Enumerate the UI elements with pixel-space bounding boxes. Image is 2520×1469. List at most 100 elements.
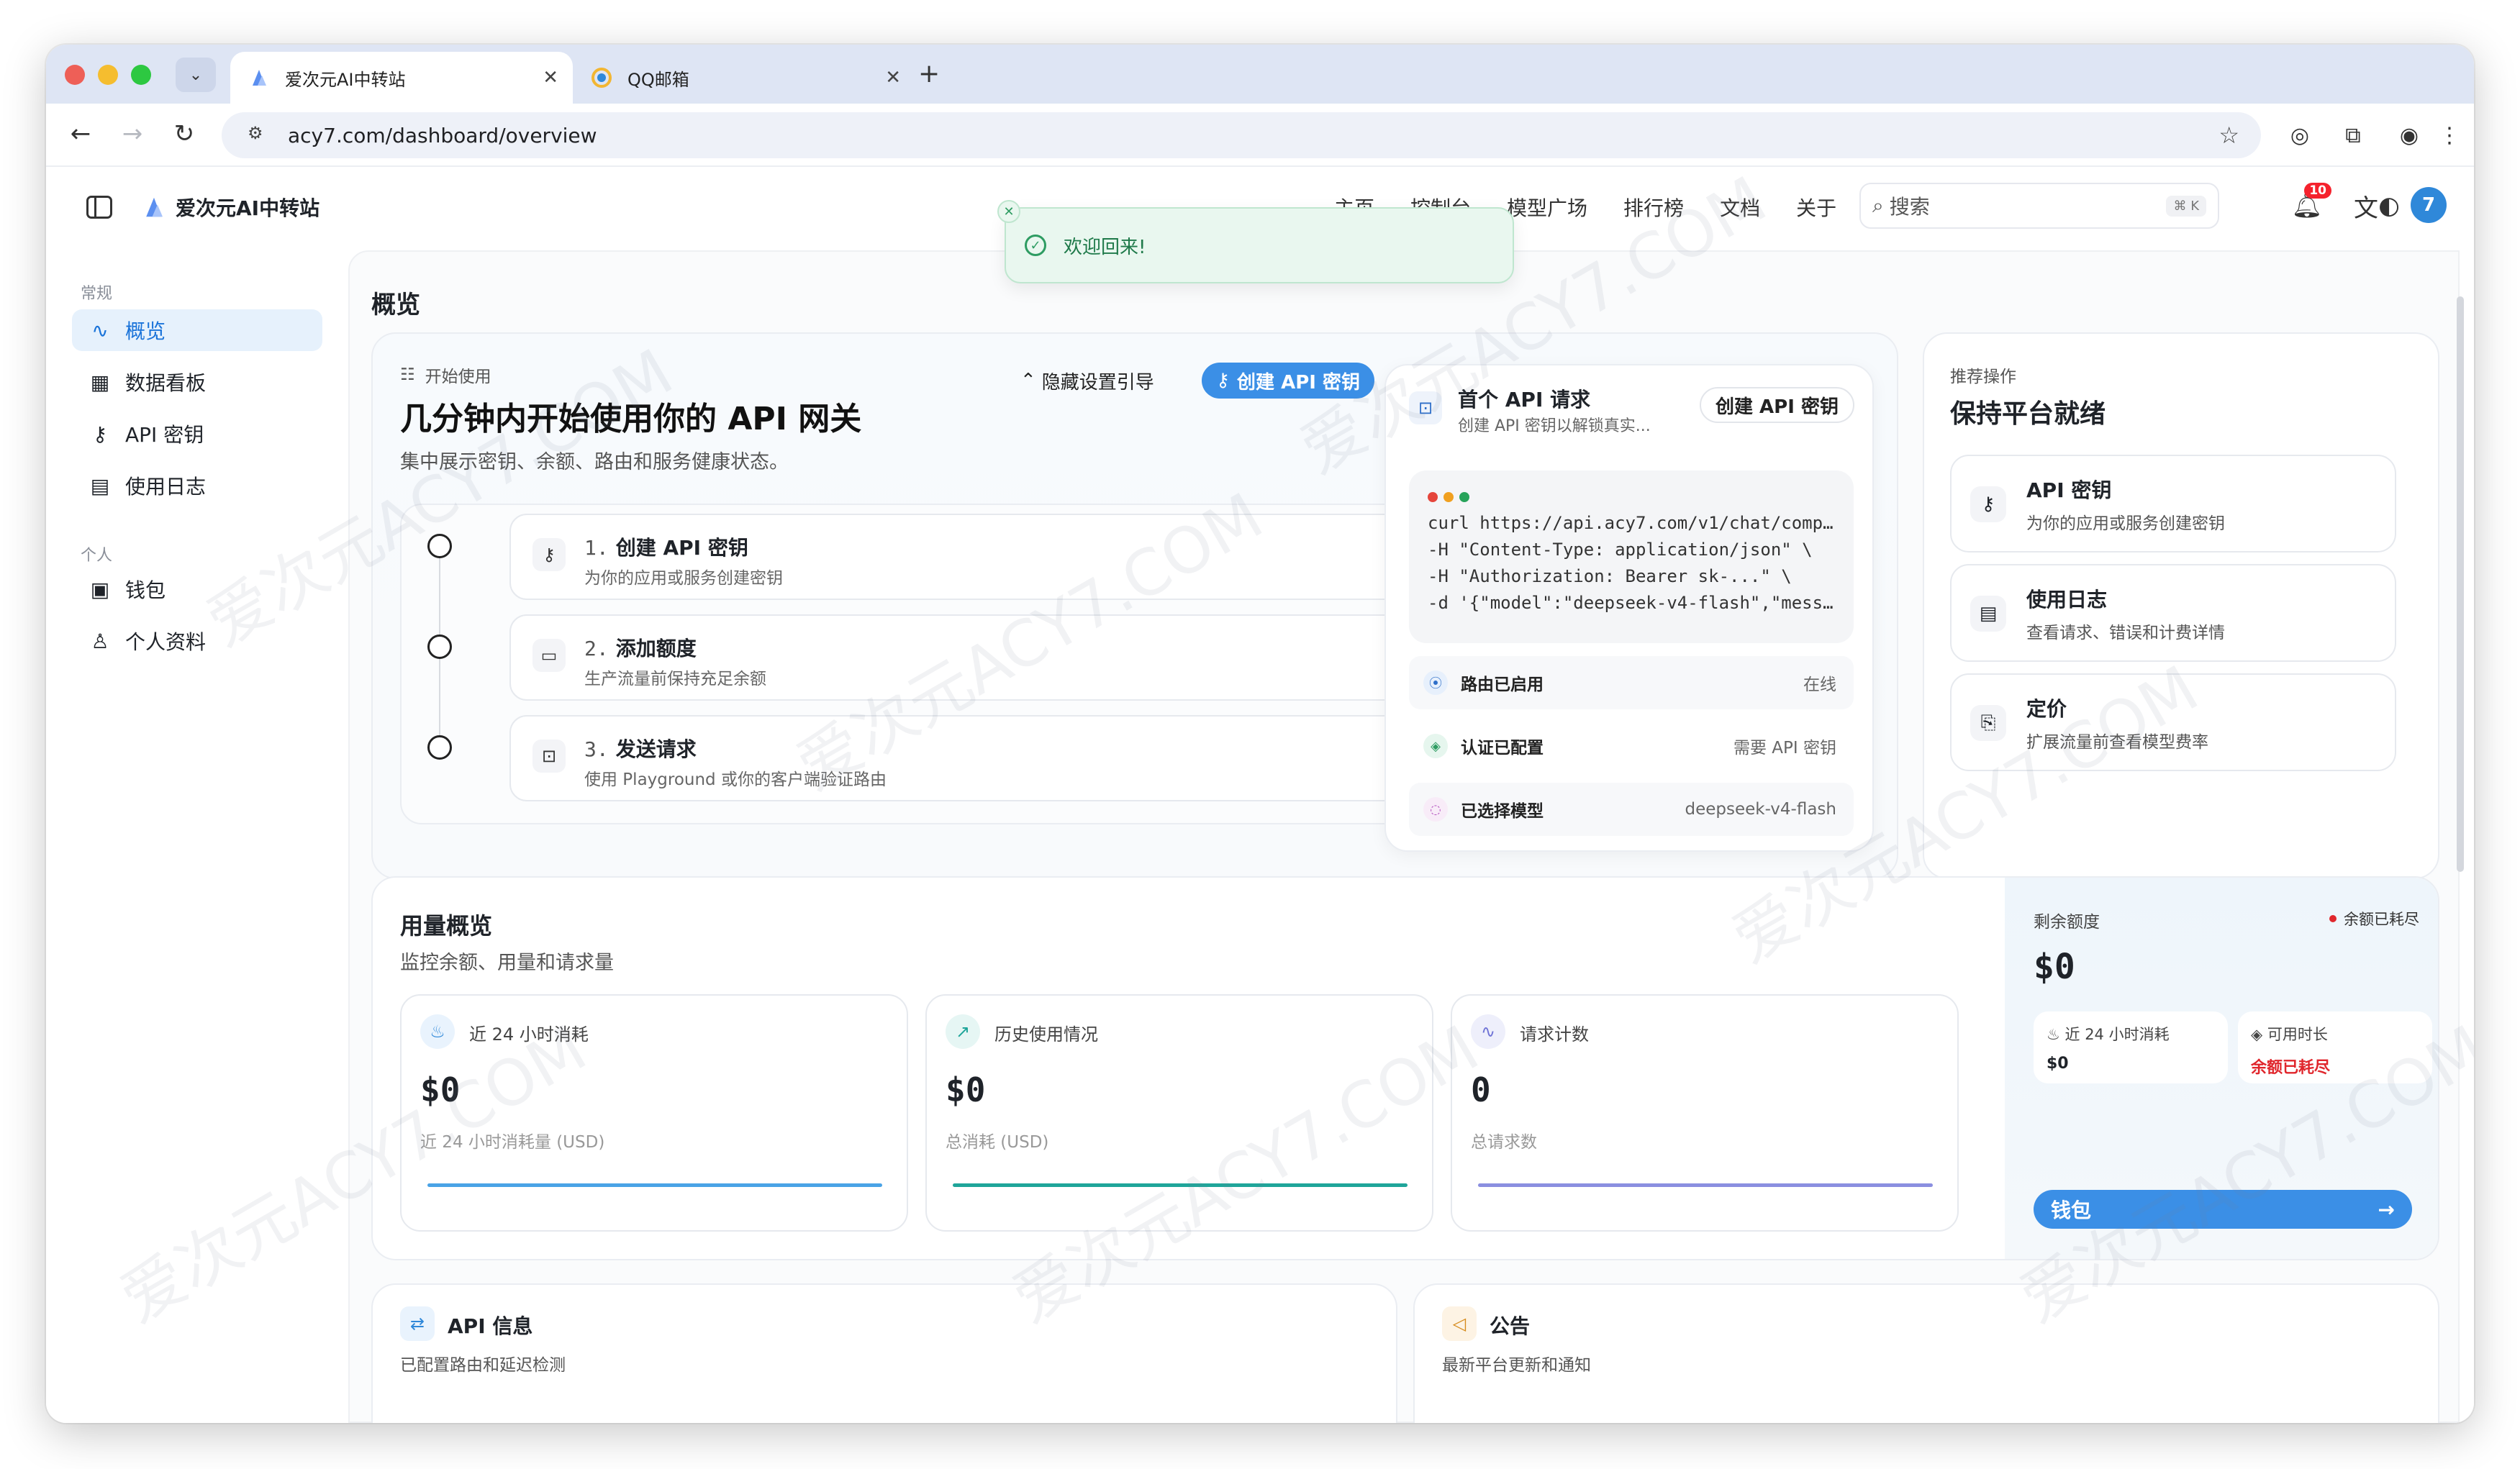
avatar[interactable]: 7 — [2411, 187, 2447, 223]
search-input[interactable]: ⌕ 搜索 ⌘ K — [1859, 183, 2219, 229]
close-tab-icon[interactable]: ✕ — [543, 67, 558, 88]
page-scrollbar[interactable] — [2457, 296, 2464, 872]
hide-guide-button[interactable]: ⌃ 隐藏设置引导 — [1006, 363, 1169, 399]
new-tab-icon[interactable]: + — [918, 59, 940, 88]
announcements-subtitle: 最新平台更新和通知 — [1442, 1356, 1591, 1375]
first-request-subtitle: 创建 API 密钥以解锁真实... — [1458, 417, 1651, 435]
url-text: acy7.com/dashboard/overview — [288, 123, 597, 147]
create-api-key-button[interactable]: ⚷ 创建 API 密钥 — [1202, 363, 1375, 399]
getting-started-subtitle: 集中展示密钥、余额、路由和服务健康状态。 — [400, 451, 789, 473]
metric-label: 近 24 小时消耗 — [469, 1024, 589, 1045]
notifications-button[interactable]: 🔔︎ 10 — [2290, 183, 2331, 223]
file-icon: ▤ — [1970, 596, 2006, 632]
kicker-text: 开始使用 — [425, 368, 491, 386]
metric-value: $0 — [420, 1070, 461, 1109]
chevron-up-icon: ⌃ — [1020, 370, 1036, 391]
minimize-window-button[interactable] — [98, 65, 118, 85]
usage-subtitle: 监控余额、用量和请求量 — [400, 952, 614, 974]
announcements-card: ◁ 公告 最新平台更新和通知 — [1413, 1283, 2439, 1423]
step-1-indicator — [427, 534, 452, 558]
palette-icon: ◐ — [2378, 191, 2400, 220]
activity-icon: ∿ — [91, 318, 109, 342]
file-icon: ▤ — [90, 473, 110, 498]
window-dots — [1428, 486, 1835, 506]
profile-icon[interactable]: ◉ — [2393, 119, 2425, 151]
nav-docs[interactable]: 文档 — [1720, 193, 1760, 222]
shield-icon: ◈ — [2251, 1026, 2267, 1043]
tab-search-button[interactable]: ⌄ — [176, 58, 216, 92]
tab-qqmail[interactable]: QQ邮箱 ✕ — [573, 52, 915, 104]
action-desc: 扩展流量前查看模型费率 — [2026, 733, 2208, 752]
ai-mode-icon[interactable]: ◎ — [2284, 119, 2316, 151]
nav-about[interactable]: 关于 — [1796, 193, 1836, 222]
close-toast-icon[interactable]: ✕ — [997, 200, 1020, 223]
flame-icon: ♨ — [420, 1014, 455, 1049]
announcements-title: 公告 — [1490, 1314, 1531, 1338]
sidebar-item-api-keys[interactable]: ⚷ API 密钥 — [72, 413, 322, 455]
trend-icon: ↗ — [946, 1014, 980, 1049]
mini-label-text: 近 24 小时消耗 — [2065, 1026, 2170, 1043]
tab-acy7[interactable]: 爱次元AI中转站 ✕ — [230, 52, 573, 104]
sidebar-item-dashboard[interactable]: ▦ 数据看板 — [72, 361, 322, 403]
sidebar-item-profile[interactable]: ♙ 个人资料 — [72, 620, 322, 662]
action-api-keys[interactable]: ⚷ API 密钥 为你的应用或服务创建密钥 — [1950, 455, 2396, 552]
first-request-create-key-button[interactable]: 创建 API 密钥 — [1700, 387, 1854, 423]
action-desc: 为你的应用或服务创建密钥 — [2026, 514, 2225, 533]
balance-panel: 剩余额度 余额已耗尽 $0 ♨ 近 24 小时消耗 $0 ◈ 可用时长 余额已耗… — [2005, 878, 2438, 1259]
brand[interactable]: 爱次元AI中转站 — [86, 193, 319, 222]
close-tab-icon[interactable]: ✕ — [885, 67, 901, 88]
sidebar-toggle-icon[interactable] — [86, 196, 112, 219]
user-icon: ♙ — [91, 629, 109, 653]
metric-value: 0 — [1471, 1070, 1491, 1109]
reload-icon[interactable]: ↻ — [168, 119, 200, 148]
brand-logo-icon — [141, 194, 167, 220]
metric-desc: 总请求数 — [1471, 1133, 1537, 1152]
chevron-down-icon: ⌄ — [189, 65, 203, 84]
code-snippet[interactable]: curl https://api.acy7.com/v1/chat/comp… … — [1409, 470, 1854, 643]
sidebar-item-wallet[interactable]: ▣ 钱包 — [72, 568, 322, 610]
metric-bar — [427, 1183, 882, 1187]
main-content: 概览 ☷ 开始使用 几分钟内开始使用你的 API 网关 集中展示密钥、余额、路由和… — [348, 250, 2460, 1423]
sidebar-item-label: 钱包 — [125, 578, 166, 602]
action-pricing[interactable]: ⎘ 定价 扩展流量前查看模型费率 — [1950, 673, 2396, 771]
step-add-credit[interactable]: ▭ 2.添加额度 生产流量前保持充足余额 → — [509, 614, 1456, 701]
api-info-title: API 信息 — [448, 1314, 533, 1338]
more-menu-icon[interactable]: ⋮ — [2434, 119, 2465, 151]
recommended-actions-card: 推荐操作 保持平台就绪 ⚷ API 密钥 为你的应用或服务创建密钥 ▤ 使用日志… — [1923, 332, 2439, 879]
address-bar: ← → ↻ ⚙ acy7.com/dashboard/overview ☆ ◎ … — [46, 104, 2474, 167]
checklist-icon: ☷ — [400, 365, 415, 384]
sidebar-item-overview[interactable]: ∿ 概览 — [72, 309, 322, 351]
nav-ranking[interactable]: 排行榜 — [1623, 193, 1684, 222]
key-icon: ⚷ — [1970, 486, 2006, 522]
sidebar: 常规 ∿ 概览 ▦ 数据看板 ⚷ API 密钥 ▤ 使用日志 个人 ▣ 钱包 ♙ 个人资料 — [46, 250, 348, 1423]
getting-started-title: 几分钟内开始使用你的 API 网关 — [400, 401, 862, 437]
mini-label: ◈ 可用时长 — [2251, 1023, 2419, 1045]
theme-button[interactable]: ◐ — [2372, 188, 2406, 223]
step-title: 1. 创建 API 密钥 — [584, 532, 748, 561]
balance-available-time: ◈ 可用时长 余额已耗尽 — [2238, 1011, 2432, 1083]
bookmark-star-icon[interactable]: ☆ — [2218, 122, 2239, 149]
step-3-indicator — [427, 735, 452, 760]
model-icon: ◌ — [1423, 797, 1448, 822]
url-input[interactable]: ⚙ acy7.com/dashboard/overview ☆ — [222, 112, 2261, 158]
sidebar-item-logs[interactable]: ▤ 使用日志 — [72, 465, 322, 506]
nav-models[interactable]: 模型广场 — [1507, 193, 1587, 222]
status-value: 需要 API 密钥 — [1733, 739, 1836, 758]
extensions-icon[interactable]: ⧉ — [2337, 119, 2369, 151]
page-title: 概览 — [371, 291, 420, 319]
arrow-right-icon: → — [2378, 1197, 2395, 1222]
api-info-subtitle: 已配置路由和延迟检测 — [400, 1356, 566, 1375]
action-title: API 密钥 — [2026, 478, 2112, 502]
action-usage-logs[interactable]: ▤ 使用日志 查看请求、错误和计费详情 — [1950, 564, 2396, 662]
maximize-window-button[interactable] — [131, 65, 151, 85]
site-settings-icon[interactable]: ⚙ — [248, 123, 272, 147]
action-title: 定价 — [2026, 697, 2067, 721]
close-window-button[interactable] — [65, 65, 85, 85]
forward-icon[interactable]: → — [117, 119, 148, 148]
wallet-button[interactable]: 钱包 → — [2034, 1190, 2412, 1229]
app: 爱次元AI中转站 主页 控制台 模型广场 排行榜 文档 关于 ⌕ 搜索 ⌘ K … — [46, 167, 2474, 1423]
step-send-request[interactable]: ⊡ 3.发送请求 使用 Playground 或你的客户端验证路由 → — [509, 715, 1456, 801]
step-create-key[interactable]: ⚷ 1.创建 API 密钥 为你的应用或服务创建密钥 → — [509, 514, 1456, 600]
book-icon: ⎘ — [1970, 705, 2006, 741]
back-icon[interactable]: ← — [65, 119, 96, 148]
